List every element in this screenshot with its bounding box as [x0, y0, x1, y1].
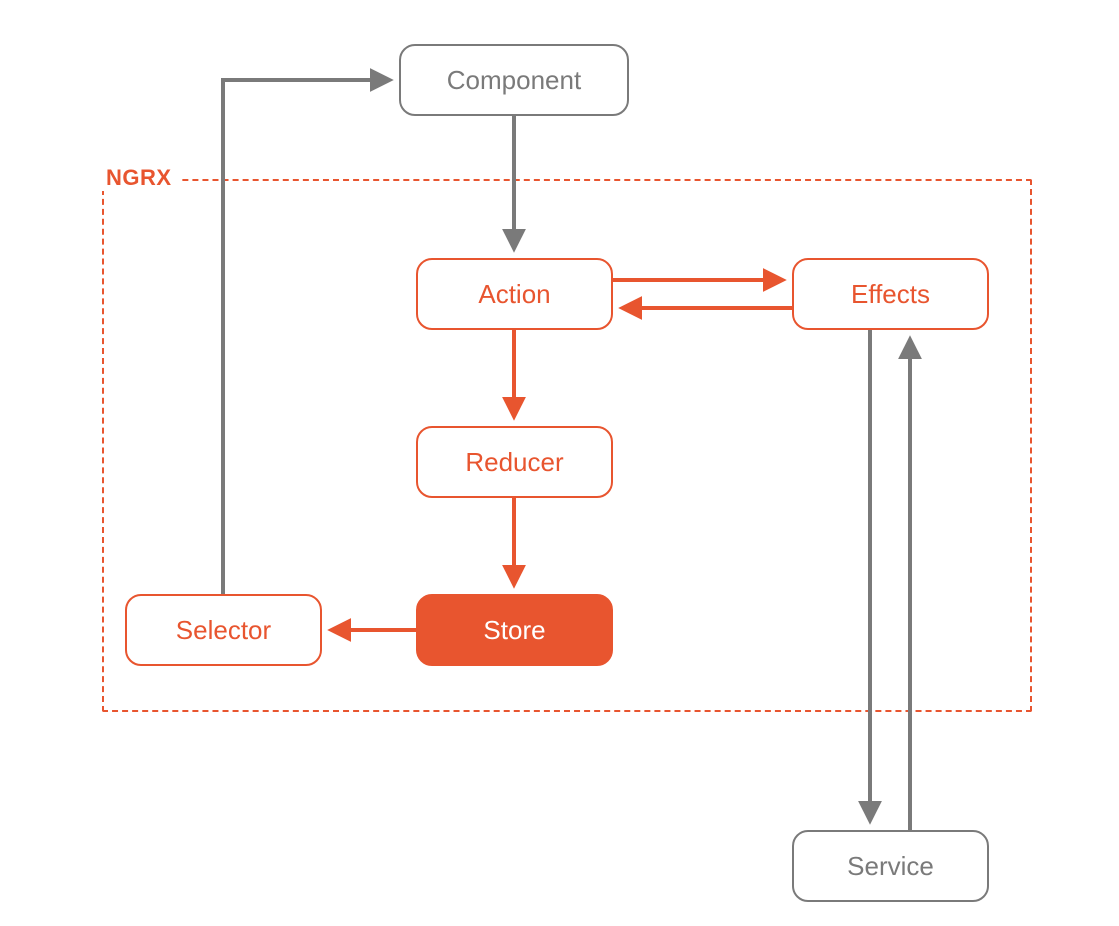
diagram-canvas: NGRX Component Action Effects Reducer St… — [0, 0, 1119, 926]
node-selector-label: Selector — [176, 615, 271, 646]
node-effects-label: Effects — [851, 279, 930, 310]
node-store: Store — [416, 594, 613, 666]
ngrx-container-label: NGRX — [98, 165, 180, 191]
node-reducer: Reducer — [416, 426, 613, 498]
node-action-label: Action — [478, 279, 550, 310]
node-service-label: Service — [847, 851, 934, 882]
node-effects: Effects — [792, 258, 989, 330]
node-selector: Selector — [125, 594, 322, 666]
node-reducer-label: Reducer — [465, 447, 563, 478]
node-service: Service — [792, 830, 989, 902]
node-action: Action — [416, 258, 613, 330]
node-component-label: Component — [447, 65, 581, 96]
node-store-label: Store — [483, 615, 545, 646]
node-component: Component — [399, 44, 629, 116]
